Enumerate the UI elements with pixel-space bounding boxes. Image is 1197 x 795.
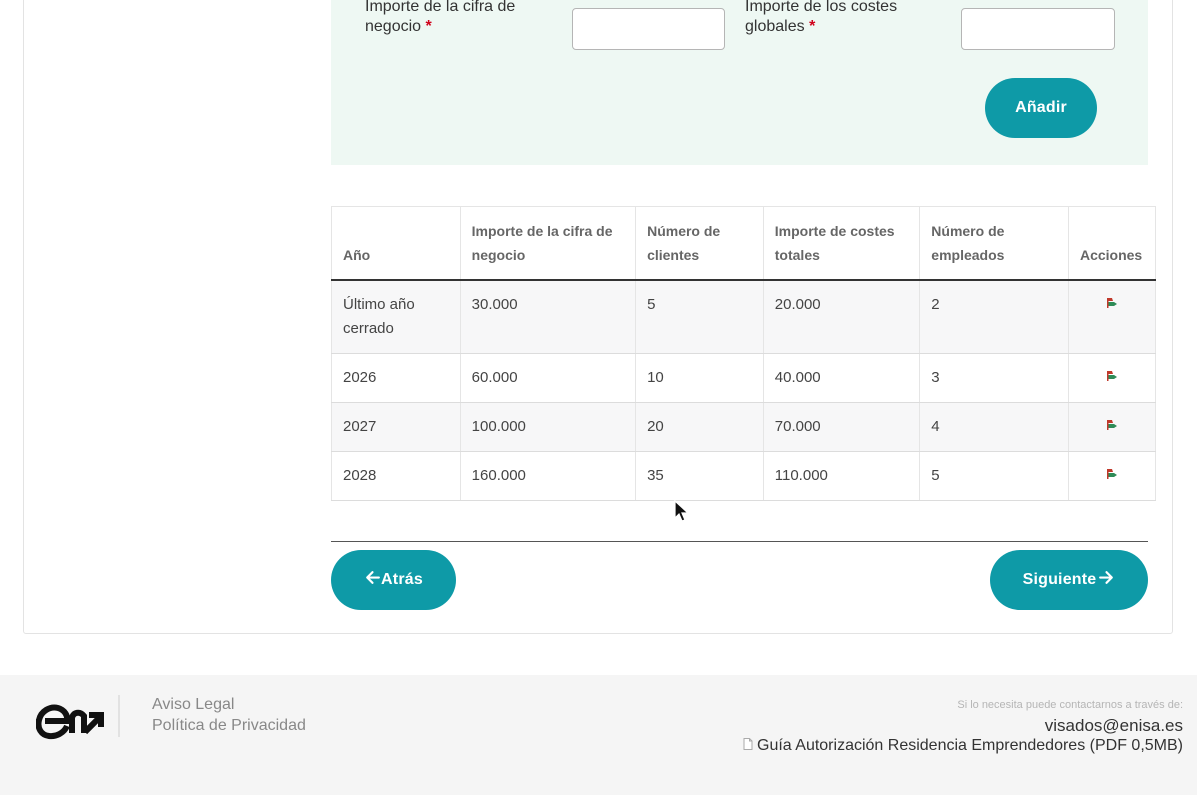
table-row: 2028 160.000 35 110.000 5: [331, 451, 1157, 501]
privacy-link[interactable]: Política de Privacidad: [152, 717, 306, 735]
legal-link[interactable]: Aviso Legal: [152, 696, 234, 714]
cell-actions: [1068, 353, 1157, 403]
cell-year: Último año cerrado: [331, 280, 461, 354]
cell-revenue: 100.000: [460, 402, 637, 452]
section-divider: [331, 541, 1148, 542]
cell-employees: 4: [919, 402, 1069, 452]
contact-email-link[interactable]: visados@enisa.es: [1045, 716, 1183, 736]
cell-clients: 10: [635, 353, 764, 403]
column-header-costs: Importe de costes totales: [763, 206, 921, 281]
column-header-actions: Acciones: [1068, 206, 1157, 281]
table-header-row: Año Importe de la cifra de negocio Númer…: [331, 206, 1157, 281]
table-row: 2027 100.000 20 70.000 4: [331, 402, 1157, 452]
next-button[interactable]: Siguiente: [990, 550, 1148, 610]
column-header-employees: Número de empleados: [919, 206, 1069, 281]
guide-pdf-link[interactable]: Guía Autorización Residencia Emprendedor…: [743, 737, 1183, 755]
cell-employees: 2: [919, 280, 1069, 354]
enisa-logo: [35, 695, 104, 746]
cell-clients: 20: [635, 402, 764, 452]
cell-actions: [1068, 280, 1157, 354]
financial-table: Año Importe de la cifra de negocio Númer…: [331, 206, 1157, 501]
cell-revenue: 160.000: [460, 451, 637, 501]
footer-separator: [118, 695, 120, 737]
cell-costs: 110.000: [763, 451, 921, 501]
cell-costs: 20.000: [763, 280, 921, 354]
edit-delete-icon[interactable]: [1106, 369, 1118, 386]
costs-input[interactable]: [961, 8, 1115, 50]
cell-employees: 5: [919, 451, 1069, 501]
arrow-right-icon: [1098, 569, 1115, 591]
cell-revenue: 30.000: [460, 280, 637, 354]
back-button[interactable]: Atrás: [331, 550, 456, 610]
add-year-form: Importe de la cifra de negocio * Importe…: [331, 0, 1148, 165]
table-row: 2026 60.000 10 40.000 3: [331, 353, 1157, 403]
revenue-input[interactable]: [572, 8, 725, 50]
cell-employees: 3: [919, 353, 1069, 403]
page-footer: Aviso Legal Política de Privacidad Si lo…: [0, 675, 1197, 795]
column-header-clients: Número de clientes: [635, 206, 764, 281]
document-icon: [743, 737, 757, 755]
cell-clients: 35: [635, 451, 764, 501]
table-row: Último año cerrado 30.000 5 20.000 2: [331, 280, 1157, 354]
edit-delete-icon[interactable]: [1106, 467, 1118, 484]
cell-costs: 70.000: [763, 402, 921, 452]
cell-year: 2028: [331, 451, 461, 501]
arrow-left-icon: [364, 569, 381, 591]
cell-costs: 40.000: [763, 353, 921, 403]
cell-actions: [1068, 451, 1157, 501]
edit-delete-icon[interactable]: [1106, 418, 1118, 435]
add-button[interactable]: Añadir: [985, 78, 1097, 138]
mouse-cursor-icon: [674, 499, 690, 524]
contact-hint: Si lo necesita puede contactarnos a trav…: [957, 699, 1183, 711]
revenue-field-label: Importe de la cifra de negocio *: [365, 0, 516, 35]
edit-delete-icon[interactable]: [1106, 296, 1118, 313]
cell-year: 2027: [331, 402, 461, 452]
costs-field-label: Importe de los costes globales *: [745, 0, 898, 35]
column-header-year: Año: [331, 206, 461, 281]
cell-revenue: 60.000: [460, 353, 637, 403]
cell-actions: [1068, 402, 1157, 452]
column-header-revenue: Importe de la cifra de negocio: [460, 206, 637, 281]
cell-year: 2026: [331, 353, 461, 403]
cell-clients: 5: [635, 280, 764, 354]
